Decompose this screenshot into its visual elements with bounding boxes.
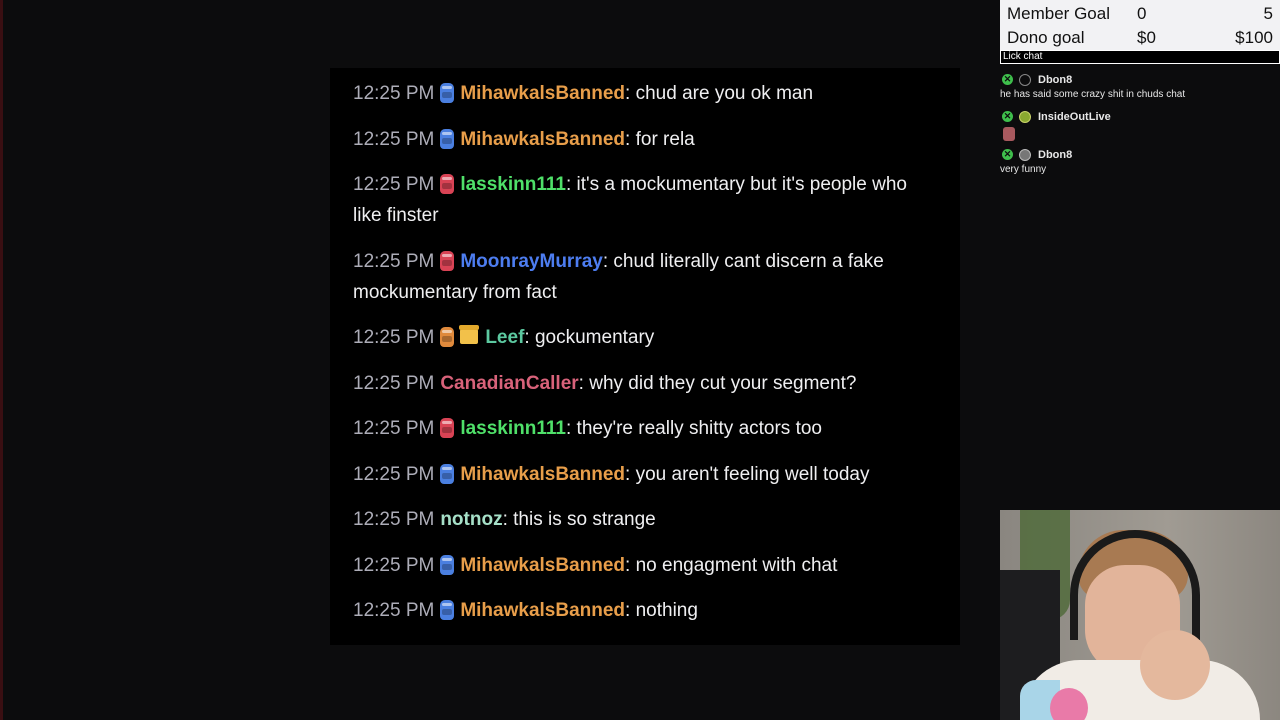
sub-badge-icon xyxy=(440,463,455,484)
person-icon xyxy=(1019,73,1031,86)
username[interactable]: lasskinn111 xyxy=(460,418,566,439)
timestamp: 12:25 PM xyxy=(353,327,435,348)
dono-goal: Dono goal $0 $100 xyxy=(1007,26,1273,50)
username[interactable]: MoonrayMurray xyxy=(460,251,603,272)
separator: : xyxy=(602,250,614,272)
dono-goal-current: $0 xyxy=(1137,28,1156,47)
timestamp: 12:25 PM xyxy=(353,509,435,530)
mini-username[interactable]: InsideOutLive xyxy=(1038,111,1111,123)
message-text: they're really shitty actors too xyxy=(576,418,822,439)
emote-icon xyxy=(1003,127,1015,141)
message-text: chud are you ok man xyxy=(635,83,814,104)
dono-goal-target: $100 xyxy=(1235,28,1273,47)
chat-message: 12:25 PM notnoz: this is so strange xyxy=(353,504,940,535)
timestamp: 12:25 PM xyxy=(353,554,435,576)
member-goal-target: 5 xyxy=(1263,4,1273,23)
sub-badge-icon xyxy=(440,83,455,103)
chat-message: 12:25 PM CanadianCaller: why did they cut… xyxy=(353,368,940,399)
timestamp: 12:25 PM xyxy=(353,418,435,439)
avatar-icon xyxy=(1019,110,1031,123)
separator: : xyxy=(625,83,636,104)
sub-badge-icon xyxy=(440,418,455,438)
separator: : xyxy=(565,174,577,195)
sub-badge-icon xyxy=(440,128,455,149)
timestamp: 12:25 PM xyxy=(353,372,435,394)
message-text: you aren't feeling well today xyxy=(635,463,870,485)
mini-chat-header: ✕ Dbon8 xyxy=(1000,71,1280,88)
mini-message-text: very funny xyxy=(1000,164,1047,175)
xbox-icon: ✕ xyxy=(1002,74,1013,85)
left-edge-accent xyxy=(0,0,3,720)
timestamp: 12:25 PM xyxy=(353,128,435,150)
chat-message: 12:25 PM lasskinn111: they're really shit… xyxy=(353,413,940,444)
separator: : xyxy=(625,600,636,621)
sub-badge-icon xyxy=(440,554,455,575)
message-text: no engagment with chat xyxy=(635,554,838,576)
separator: : xyxy=(502,509,514,530)
xbox-icon: ✕ xyxy=(1002,149,1013,160)
chat-message: 12:25 PM MihawkalsBanned: no engagment wi… xyxy=(353,550,940,581)
mini-username[interactable]: Dbon8 xyxy=(1038,149,1072,161)
username[interactable]: lasskinn111 xyxy=(460,174,566,195)
webcam-shirt-print-pink xyxy=(1050,688,1088,720)
dono-goal-label: Dono goal xyxy=(1007,28,1085,47)
message-text: it's a mockumentary but it's people who … xyxy=(353,174,907,226)
chat-message: 12:25 PM Leef: gockumentary xyxy=(353,322,940,353)
username[interactable]: MihawkalsBanned xyxy=(460,83,625,104)
sub-badge-icon xyxy=(440,250,455,271)
xbox-icon: ✕ xyxy=(1002,111,1013,122)
chat-message: 12:25 PM MihawkalsBanned: for rela xyxy=(353,124,940,155)
mini-username[interactable]: Dbon8 xyxy=(1038,74,1072,86)
message-text: this is so strange xyxy=(513,509,656,530)
overlay-label: Lick chat xyxy=(1000,50,1280,64)
separator: : xyxy=(625,463,636,485)
timestamp: 12:25 PM xyxy=(353,600,435,621)
sub-badge-icon xyxy=(440,327,455,347)
username[interactable]: MihawkalsBanned xyxy=(460,464,625,485)
webcam-feed xyxy=(1000,510,1280,720)
member-goal: Member Goal 0 5 xyxy=(1007,2,1273,26)
message-text: gockumentary xyxy=(534,327,655,348)
username[interactable]: MihawkalsBanned xyxy=(460,555,625,576)
username[interactable]: Leef xyxy=(485,327,524,348)
username[interactable]: MihawkalsBanned xyxy=(460,129,625,150)
message-text: why did they cut your segment? xyxy=(589,372,857,394)
chat-panel: 12:25 PM MihawkalsBanned: chud are you ok… xyxy=(330,68,960,645)
timestamp: 12:25 PM xyxy=(353,463,435,485)
member-goal-label: Member Goal xyxy=(1007,4,1110,23)
timestamp: 12:25 PM xyxy=(353,174,435,195)
username[interactable]: MihawkalsBanned xyxy=(460,600,625,621)
timestamp: 12:25 PM xyxy=(353,250,435,272)
message-text: nothing xyxy=(635,600,698,621)
separator: : xyxy=(625,554,636,576)
chat-message: 12:25 PM MihawkalsBanned: chud are you ok… xyxy=(353,78,940,109)
webcam-hand xyxy=(1140,630,1210,700)
separator: : xyxy=(524,327,535,348)
avatar-icon xyxy=(1019,148,1031,161)
chat-message: 12:25 PM lasskinn111: it's a mockumentary… xyxy=(353,169,940,231)
gift-badge-icon xyxy=(459,325,480,344)
mini-chat: ✕ Dbon8 he has said some crazy shit in c… xyxy=(1000,71,1280,183)
separator: : xyxy=(578,372,590,394)
chat-message: 12:25 PM MihawkalsBanned: you aren't feel… xyxy=(353,459,940,490)
sub-badge-icon xyxy=(440,600,455,620)
timestamp: 12:25 PM xyxy=(353,83,435,104)
chat-message: 12:25 PM MoonrayMurray: chud literally ca… xyxy=(353,246,940,308)
message-text: for rela xyxy=(635,128,695,150)
username[interactable]: notnoz xyxy=(440,509,502,530)
member-goal-current: 0 xyxy=(1137,4,1147,23)
username[interactable]: CanadianCaller xyxy=(440,373,578,394)
mini-chat-header: ✕ InsideOutLive xyxy=(1000,108,1280,125)
separator: : xyxy=(625,128,636,150)
mini-message-text: he has said some crazy shit in chuds cha… xyxy=(1000,89,1186,100)
chat-message: 12:25 PM MihawkalsBanned: nothing xyxy=(353,595,940,626)
mini-chat-header: ✕ Dbon8 xyxy=(1000,146,1280,163)
sub-badge-icon xyxy=(440,174,455,194)
goals-overlay: Member Goal 0 5 Dono goal $0 $100 xyxy=(1000,0,1280,52)
separator: : xyxy=(565,418,577,439)
